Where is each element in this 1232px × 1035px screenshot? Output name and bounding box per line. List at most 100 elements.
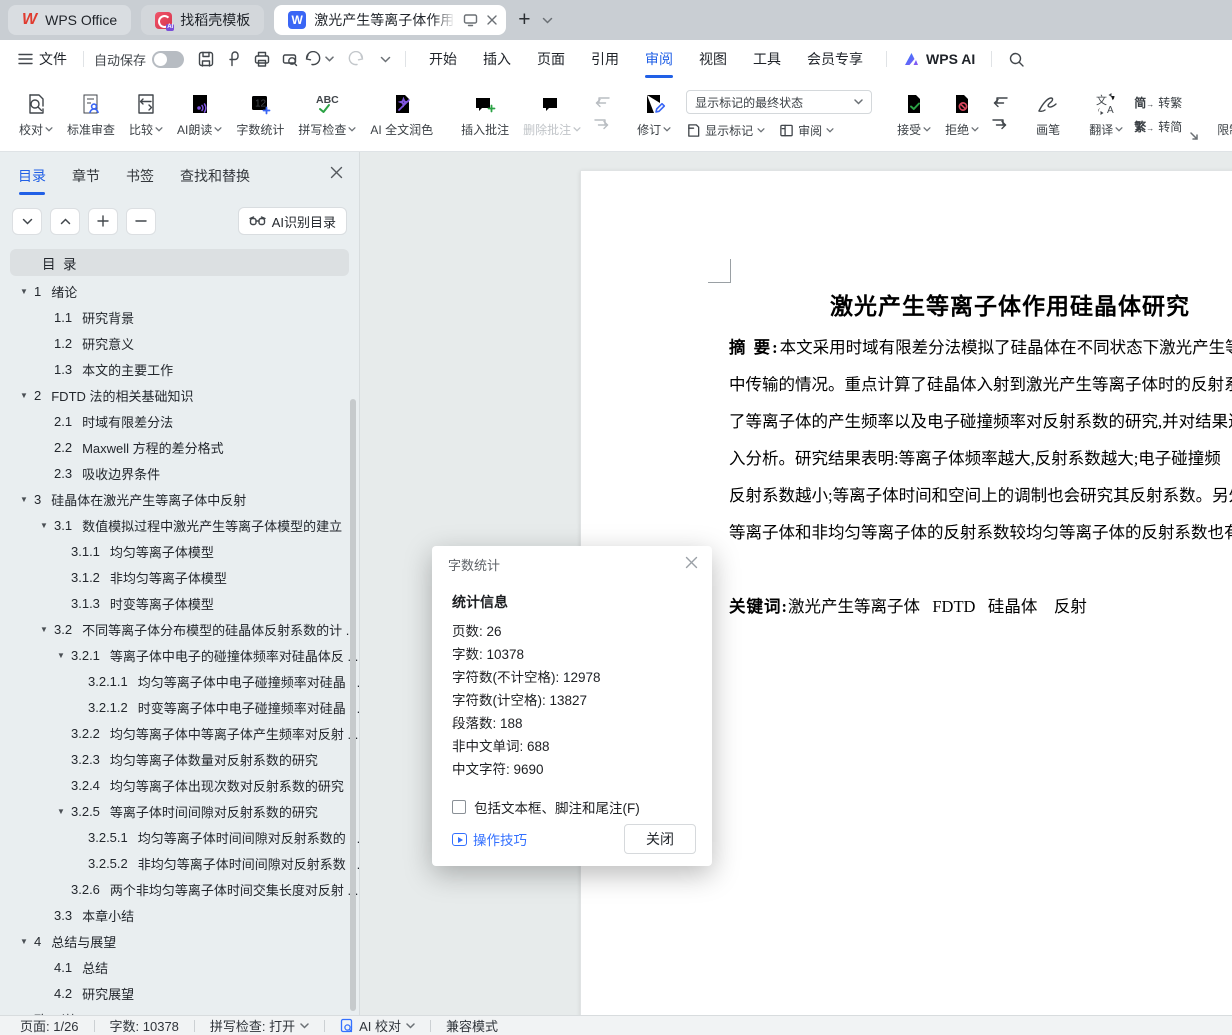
- toc-item[interactable]: 致 谢: [0, 1006, 359, 1015]
- sidebar-scrollbar[interactable]: [350, 399, 356, 1011]
- toc-item[interactable]: 3.2.2均匀等离子体中等离子体产生频率对反射 ...: [0, 720, 359, 746]
- toc-item[interactable]: 3.2.6两个非均匀等离子体时间交集长度对反射 ...: [0, 876, 359, 902]
- sidebar-tab-书签[interactable]: 书签: [126, 166, 154, 195]
- menu-tab-页面[interactable]: 页面: [524, 40, 578, 78]
- word-count-indicator[interactable]: 字数: 10378: [110, 1016, 179, 1035]
- print-preview-icon[interactable]: [276, 46, 304, 72]
- tab-wps-office[interactable]: W WPS Office: [8, 5, 131, 35]
- collapse-arrow-icon[interactable]: ▼: [40, 521, 54, 530]
- standard-review-button[interactable]: 标准审查: [60, 83, 122, 147]
- toc-item[interactable]: 3.2.5.1均匀等离子体时间间隙对反射系数的 ...: [0, 824, 359, 850]
- previous-change-icon[interactable]: [990, 96, 1010, 112]
- toc-item[interactable]: 3.2.1.1均匀等离子体中电子碰撞频率对硅晶 ...: [0, 668, 359, 694]
- sidebar-tab-查找和替换[interactable]: 查找和替换: [180, 166, 250, 195]
- menu-tab-插入[interactable]: 插入: [470, 40, 524, 78]
- menu-tab-视图[interactable]: 视图: [686, 40, 740, 78]
- toc-item[interactable]: 4.1总结: [0, 954, 359, 980]
- toc-item[interactable]: 1.3本文的主要工作: [0, 356, 359, 382]
- toc-item[interactable]: 3.2.3均匀等离子体数量对反射系数的研究: [0, 746, 359, 772]
- collapse-arrow-icon[interactable]: ▼: [20, 287, 34, 296]
- group-expander-icon[interactable]: [1190, 127, 1198, 145]
- menu-tab-会员专享[interactable]: 会员专享: [794, 40, 876, 78]
- toc-item[interactable]: 3.1.3时变等离子体模型: [0, 590, 359, 616]
- redo-button[interactable]: [342, 46, 370, 72]
- compatibility-mode-badge[interactable]: 兼容模式: [446, 1016, 498, 1035]
- ai-polish-button[interactable]: AI 全文润色: [363, 83, 440, 147]
- toc-item[interactable]: 3.1.2非均匀等离子体模型: [0, 564, 359, 590]
- show-markup-button[interactable]: 显示标记: [686, 122, 765, 139]
- restrict-edit-button[interactable]: 限制编辑: [1210, 83, 1232, 147]
- track-changes-button[interactable]: 修订: [630, 83, 678, 147]
- accept-change-button[interactable]: 接受: [890, 83, 938, 147]
- collapse-arrow-icon[interactable]: ▼: [20, 495, 34, 504]
- tab-list-chevron-icon[interactable]: [542, 11, 553, 29]
- pen-button[interactable]: 画笔: [1028, 83, 1068, 147]
- undo-button[interactable]: [304, 51, 334, 67]
- reject-change-button[interactable]: 拒绝: [938, 83, 986, 147]
- next-change-icon[interactable]: [990, 118, 1010, 134]
- collapse-arrow-icon[interactable]: ▼: [20, 391, 34, 400]
- menu-tab-审阅[interactable]: 审阅: [632, 40, 686, 78]
- include-textbox-checkbox-row[interactable]: 包括文本框、脚注和尾注(F): [452, 797, 692, 817]
- toc-item[interactable]: ▼2FDTD 法的相关基础知识: [0, 382, 359, 408]
- toc-item-selected[interactable]: 目 录: [10, 249, 349, 276]
- toc-item[interactable]: 2.2Maxwell 方程的差分格式: [0, 434, 359, 460]
- translate-button[interactable]: 文A 翻译: [1082, 83, 1130, 147]
- plus-icon[interactable]: [88, 208, 118, 235]
- sidebar-tab-章节[interactable]: 章节: [72, 166, 100, 195]
- collapse-arrow-icon[interactable]: ▼: [57, 807, 71, 816]
- export-icon[interactable]: [220, 46, 248, 72]
- delete-comment-button[interactable]: 删除批注: [516, 83, 588, 147]
- toc-item[interactable]: 3.2.1.2时变等离子体中电子碰撞频率对硅晶 ...: [0, 694, 359, 720]
- insert-comment-button[interactable]: 插入批注: [454, 83, 516, 147]
- menu-tab-工具[interactable]: 工具: [740, 40, 794, 78]
- toc-item[interactable]: 2.3吸收边界条件: [0, 460, 359, 486]
- toc-item[interactable]: 4.2研究展望: [0, 980, 359, 1006]
- collapse-arrow-icon[interactable]: ▼: [57, 651, 71, 660]
- menu-tab-开始[interactable]: 开始: [416, 40, 470, 78]
- toc-item[interactable]: ▼4总结与展望: [0, 928, 359, 954]
- toc-item[interactable]: 1.1研究背景: [0, 304, 359, 330]
- search-icon[interactable]: [1002, 46, 1030, 72]
- quickbar-chevron-icon[interactable]: [380, 56, 391, 63]
- autosave-toggle[interactable]: [152, 51, 184, 68]
- save-icon[interactable]: [192, 46, 220, 72]
- toc-item[interactable]: ▼3.2不同等离子体分布模型的硅晶体反射系数的计 ...: [0, 616, 359, 642]
- toc-item[interactable]: 3.2.5.2非均匀等离子体时间间隙对反射系数 ...: [0, 850, 359, 876]
- close-tab-icon[interactable]: [486, 14, 498, 26]
- close-sidebar-icon[interactable]: [330, 166, 343, 184]
- toc-item[interactable]: 3.3本章小结: [0, 902, 359, 928]
- proofread-button[interactable]: 校对: [12, 83, 60, 147]
- tips-link[interactable]: 操作技巧: [452, 829, 527, 849]
- monitor-icon[interactable]: [463, 13, 478, 27]
- toc-item[interactable]: ▼1绪论: [0, 278, 359, 304]
- toc-item[interactable]: ▼3硅晶体在激光产生等离子体中反射: [0, 486, 359, 512]
- collapse-arrow-icon[interactable]: ▼: [40, 625, 54, 634]
- toc-item[interactable]: 2.1时域有限差分法: [0, 408, 359, 434]
- spell-check-status[interactable]: 拼写检查: 打开: [210, 1016, 309, 1035]
- sidebar-tab-目录[interactable]: 目录: [18, 166, 46, 195]
- menu-tab-引用[interactable]: 引用: [578, 40, 632, 78]
- dialog-title-bar[interactable]: 字数统计: [432, 546, 712, 582]
- toc-item[interactable]: ▼3.2.1等离子体中电子的碰撞体频率对硅晶体反 ...: [0, 642, 359, 668]
- word-count-button[interactable]: 12 字数统计: [229, 83, 291, 147]
- file-menu[interactable]: 文件: [12, 49, 73, 69]
- close-dialog-button[interactable]: 关闭: [624, 824, 696, 854]
- page-indicator[interactable]: 页面: 1/26: [20, 1016, 79, 1035]
- collapse-arrow-icon[interactable]: ▼: [20, 937, 34, 946]
- chevron-down-icon[interactable]: [12, 208, 42, 235]
- previous-comment-icon[interactable]: [592, 96, 612, 112]
- ai-proofread-status[interactable]: AI 校对: [340, 1016, 415, 1035]
- toc-item[interactable]: 1.2研究意义: [0, 330, 359, 356]
- tab-document-active[interactable]: W 激光产生等离子体作用硅晶体: [274, 5, 506, 35]
- compare-button[interactable]: 比较: [122, 83, 170, 147]
- markup-state-select[interactable]: 显示标记的最终状态: [686, 90, 872, 114]
- toc-item[interactable]: 3.1.1均匀等离子体模型: [0, 538, 359, 564]
- print-icon[interactable]: [248, 46, 276, 72]
- new-tab-button[interactable]: +: [518, 8, 530, 32]
- review-pane-button[interactable]: 审阅: [779, 122, 834, 139]
- wps-ai-menu[interactable]: WPS AI: [897, 51, 981, 67]
- minus-icon[interactable]: [126, 208, 156, 235]
- toc-item[interactable]: 3.2.4均匀等离子体出现次数对反射系数的研究: [0, 772, 359, 798]
- dialog-close-icon[interactable]: [685, 556, 698, 572]
